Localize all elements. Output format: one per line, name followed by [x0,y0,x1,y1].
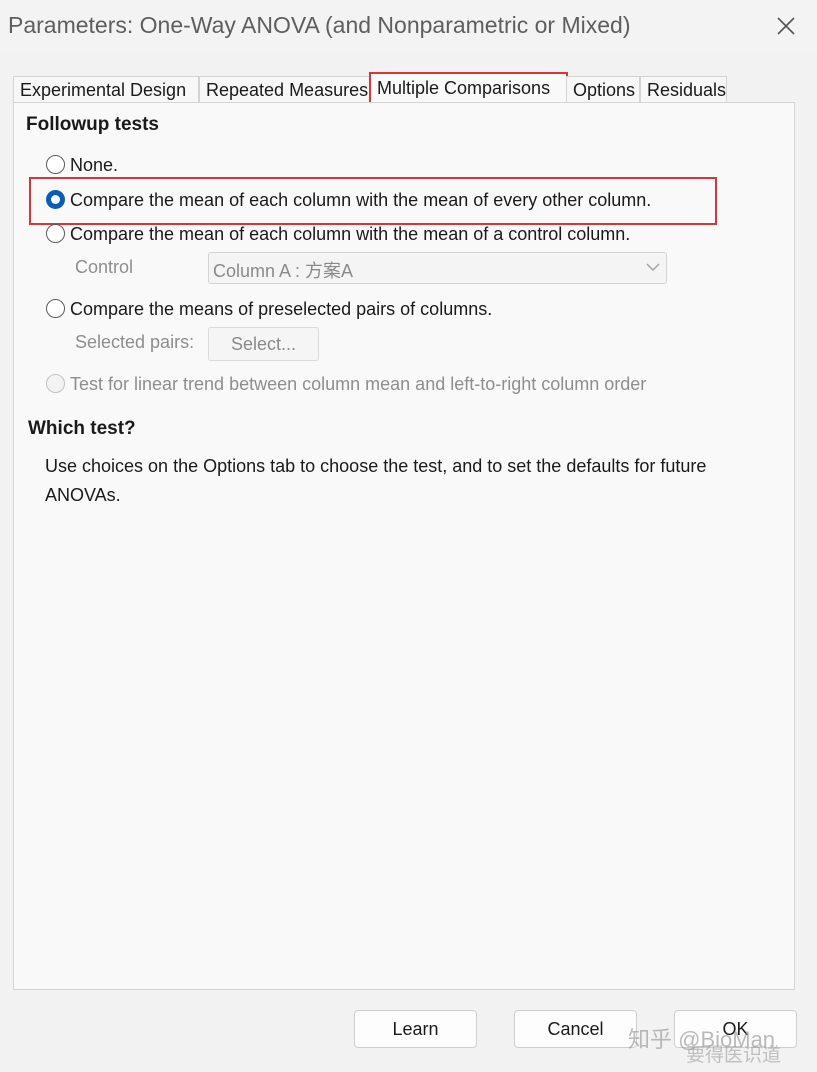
radio-label: Test for linear trend between column mea… [70,374,647,394]
tab-experimental-design[interactable]: Experimental Design [13,76,199,103]
selected-pairs-label: Selected pairs: [75,332,195,352]
followup-heading: Followup tests [26,114,159,135]
tab-residuals[interactable]: Residuals [640,76,727,103]
watermark-sub: 要得医识道 [686,1045,782,1066]
control-dropdown-value: Column A : 方案A [213,261,354,281]
close-icon[interactable] [774,14,798,38]
tab-options[interactable]: Options [566,76,640,103]
tab-repeated-measures[interactable]: Repeated Measures [199,76,370,103]
radio-label: None. [70,155,119,175]
radio-button[interactable] [46,299,65,318]
window-title: Parameters: One-Way ANOVA (and Nonparame… [8,12,631,38]
control-label: Control [75,257,134,277]
radio-button-disabled[interactable] [46,374,65,393]
chevron-down-icon [646,263,660,271]
radio-label: Compare the means of preselected pairs o… [70,299,493,319]
cancel-button[interactable]: Cancel [514,1010,637,1048]
control-dropdown[interactable]: Column A : 方案A [208,252,667,284]
tab-multiple-comparisons[interactable]: Multiple Comparisons [369,72,568,103]
tab-bar: Experimental Design Repeated Measures Mu… [13,72,803,103]
title-bar: Parameters: One-Way ANOVA (and Nonparame… [0,0,817,52]
annotation-highlight [29,177,717,225]
select-pairs-button[interactable]: Select... [208,327,319,361]
which-test-description: Use choices on the Options tab to choose… [45,456,707,505]
learn-button[interactable]: Learn [354,1010,477,1048]
radio-label: Compare the mean of each column with the… [70,224,631,244]
radio-button[interactable] [46,155,65,174]
which-test-heading: Which test? [28,418,136,439]
radio-button[interactable] [46,224,65,243]
